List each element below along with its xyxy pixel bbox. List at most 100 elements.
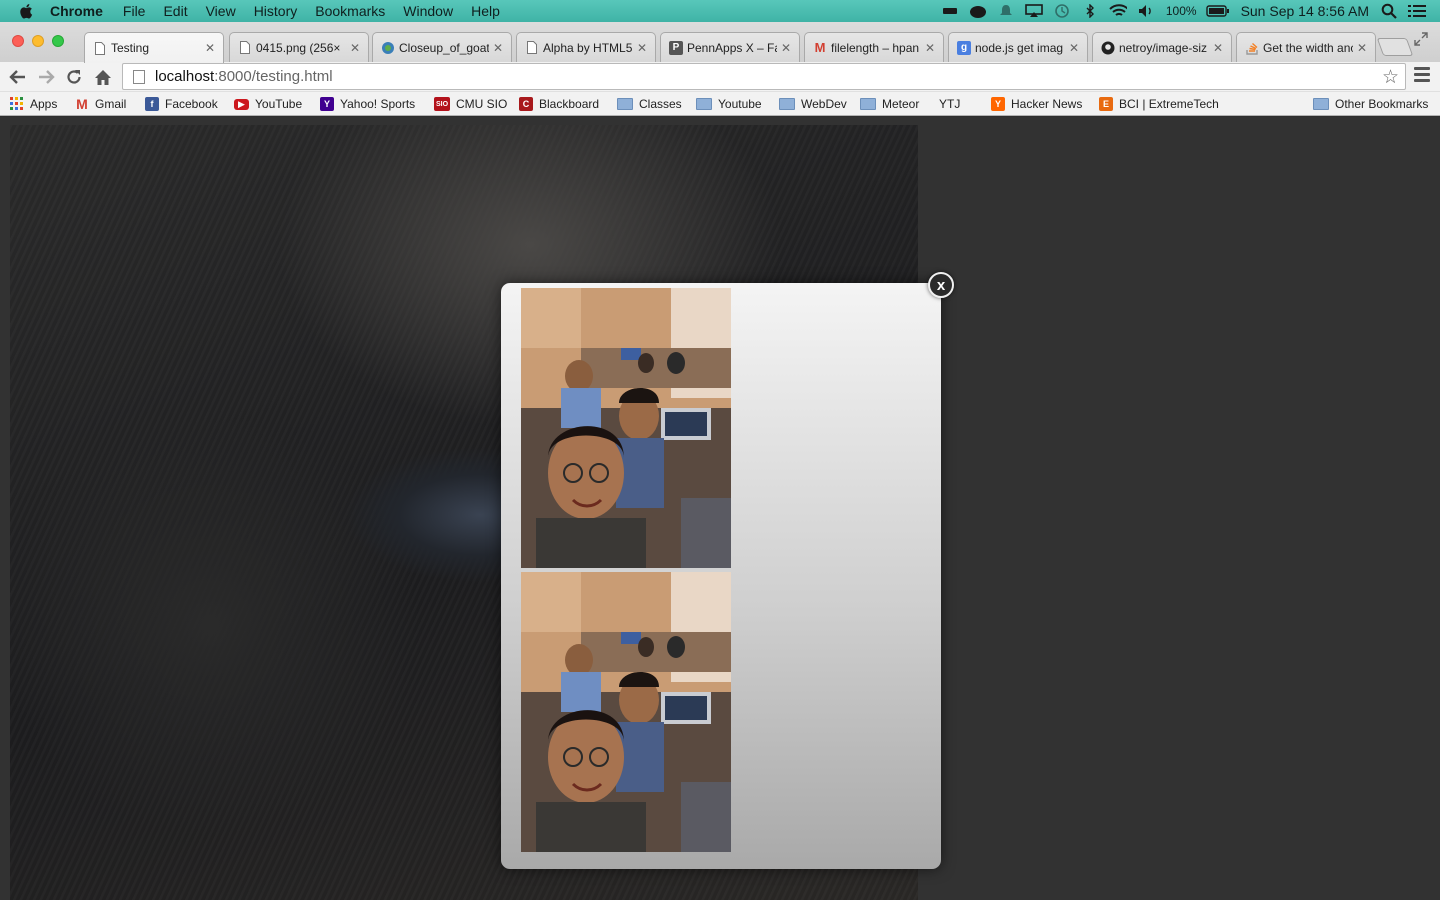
- tab-closeup-goat[interactable]: Closeup_of_goat ✕: [372, 32, 512, 62]
- tab-close-icon[interactable]: ✕: [637, 41, 647, 55]
- tab-title: Closeup_of_goat: [399, 40, 489, 55]
- tab-close-icon[interactable]: ✕: [493, 41, 503, 55]
- tab-close-icon[interactable]: ✕: [1213, 41, 1223, 55]
- time-machine-icon[interactable]: [1053, 4, 1071, 18]
- bookmark-gmail[interactable]: M Gmail: [75, 96, 126, 112]
- alien-blue-icon[interactable]: [969, 4, 987, 18]
- menu-file[interactable]: File: [123, 3, 146, 19]
- volume-icon[interactable]: [1137, 4, 1155, 18]
- bookmark-extremetech[interactable]: E BCI | ExtremeTech: [1099, 96, 1219, 112]
- gmail-icon: M: [814, 40, 826, 55]
- tab-title: Testing: [111, 41, 150, 55]
- bookmark-label: Facebook: [165, 97, 218, 111]
- bookmark-yahoo-sports[interactable]: Y Yahoo! Sports: [320, 96, 415, 112]
- tab-close-icon[interactable]: ✕: [781, 41, 791, 55]
- tab-title: Get the width anc: [1263, 40, 1353, 55]
- bookmark-cmu-sio[interactable]: SIO CMU SIO: [434, 96, 507, 112]
- modal-image[interactable]: [521, 572, 731, 852]
- bookmark-label: Meteor: [882, 97, 920, 111]
- tab-pennapps[interactable]: P PennApps X – Fa ✕: [660, 32, 800, 62]
- menu-view[interactable]: View: [206, 3, 236, 19]
- window-zoom-button[interactable]: [52, 35, 64, 47]
- bookmark-apps[interactable]: Apps: [10, 96, 57, 112]
- page-info-icon[interactable]: [133, 69, 145, 84]
- facebook-icon: f: [145, 97, 159, 111]
- url-text[interactable]: localhost:8000/testing.html: [155, 68, 333, 85]
- selfie-photo-illustration: [521, 572, 731, 852]
- tab-netroy-github[interactable]: netroy/image-siz ✕: [1092, 32, 1232, 62]
- menu-help[interactable]: Help: [471, 3, 500, 19]
- folder-icon: [1313, 98, 1329, 110]
- wikimedia-icon: [381, 41, 395, 55]
- bookmark-folder-youtube[interactable]: Youtube: [696, 96, 762, 112]
- bookmark-label: Classes: [639, 97, 682, 111]
- tab-title: node.js get imag: [975, 40, 1064, 55]
- menu-window[interactable]: Window: [403, 3, 453, 19]
- wifi-icon[interactable]: [1109, 4, 1127, 18]
- bookmark-youtube[interactable]: ▶ YouTube: [234, 96, 302, 112]
- address-bar[interactable]: localhost:8000/testing.html ☆: [122, 63, 1406, 90]
- page-icon: [525, 41, 539, 55]
- page-viewport: x: [0, 117, 1440, 900]
- dash-icon[interactable]: [941, 4, 959, 18]
- tab-close-icon[interactable]: ✕: [1357, 41, 1367, 55]
- back-arrow-icon[interactable]: [8, 67, 28, 87]
- tab-title: filelength – hpan: [831, 40, 920, 55]
- hackernews-icon: Y: [991, 97, 1005, 111]
- battery-percent: 100%: [1165, 4, 1197, 18]
- tab-close-icon[interactable]: ✕: [205, 41, 215, 55]
- tab-filelength-gmail[interactable]: M filelength – hpan ✕: [804, 32, 944, 62]
- bookmark-folder-webdev[interactable]: WebDev: [779, 96, 847, 112]
- bookmark-label: WebDev: [801, 97, 847, 111]
- reload-icon[interactable]: [64, 67, 84, 87]
- window-close-button[interactable]: [12, 35, 24, 47]
- tab-stackoverflow[interactable]: Get the width anc ✕: [1236, 32, 1376, 62]
- bookmark-label: YouTube: [255, 97, 303, 111]
- home-icon[interactable]: [93, 67, 113, 87]
- menubar-clock[interactable]: Sun Sep 14 8:56 AM: [1241, 3, 1369, 19]
- tab-0415-png[interactable]: 0415.png (256× ✕: [229, 32, 369, 62]
- menu-edit[interactable]: Edit: [163, 3, 187, 19]
- chrome-menu-icon[interactable]: [1414, 67, 1430, 85]
- window-controls: [12, 35, 72, 47]
- apps-grid-icon: [10, 97, 24, 111]
- bookmark-ytj[interactable]: YTJ: [939, 96, 960, 205]
- tab-title: netroy/image-siz: [1119, 40, 1208, 55]
- page-icon: [238, 41, 252, 55]
- new-tab-button[interactable]: [1376, 38, 1414, 56]
- notification-center-icon[interactable]: [1408, 4, 1426, 18]
- macos-menu-bar: Chrome File Edit View History Bookmarks …: [0, 0, 1440, 22]
- url-host: localhost: [155, 68, 215, 85]
- tab-title: PennApps X – Fa: [687, 40, 777, 55]
- tab-testing[interactable]: Testing ✕: [84, 32, 224, 63]
- notification-bell-icon[interactable]: [997, 4, 1015, 18]
- bookmark-star-icon[interactable]: ☆: [1382, 66, 1399, 89]
- bookmark-blackboard[interactable]: C Blackboard: [519, 96, 599, 112]
- menu-app-name[interactable]: Chrome: [50, 3, 103, 19]
- menu-bookmarks[interactable]: Bookmarks: [315, 3, 385, 19]
- apple-logo-icon[interactable]: [18, 2, 36, 20]
- bluetooth-icon[interactable]: [1081, 4, 1099, 18]
- spotlight-search-icon[interactable]: [1380, 3, 1398, 19]
- bookmark-facebook[interactable]: f Facebook: [145, 96, 218, 112]
- bookmark-folder-classes[interactable]: Classes: [617, 96, 682, 112]
- window-minimize-button[interactable]: [32, 35, 44, 47]
- image-modal: [501, 283, 941, 869]
- tab-alpha-html5[interactable]: Alpha by HTML5 ✕: [516, 32, 656, 62]
- tab-nodejs-google[interactable]: g node.js get imag ✕: [948, 32, 1088, 62]
- modal-close-button[interactable]: x: [928, 272, 954, 298]
- airplay-icon[interactable]: [1025, 4, 1043, 18]
- battery-icon[interactable]: [1205, 4, 1230, 18]
- bookmark-label: Other Bookmarks: [1335, 97, 1429, 111]
- forward-arrow-icon[interactable]: [36, 67, 56, 87]
- bookmark-hacker-news[interactable]: Y Hacker News: [991, 96, 1082, 112]
- tab-close-icon[interactable]: ✕: [925, 41, 935, 55]
- fullscreen-arrows-icon[interactable]: [1414, 32, 1428, 49]
- youtube-icon: ▶: [234, 98, 249, 110]
- tab-close-icon[interactable]: ✕: [350, 41, 360, 55]
- menu-history[interactable]: History: [254, 3, 298, 19]
- tab-close-icon[interactable]: ✕: [1069, 41, 1079, 55]
- bookmark-other-bookmarks[interactable]: Other Bookmarks: [1313, 96, 1428, 112]
- modal-image[interactable]: [521, 288, 731, 568]
- bookmark-folder-meteor[interactable]: Meteor: [860, 96, 919, 112]
